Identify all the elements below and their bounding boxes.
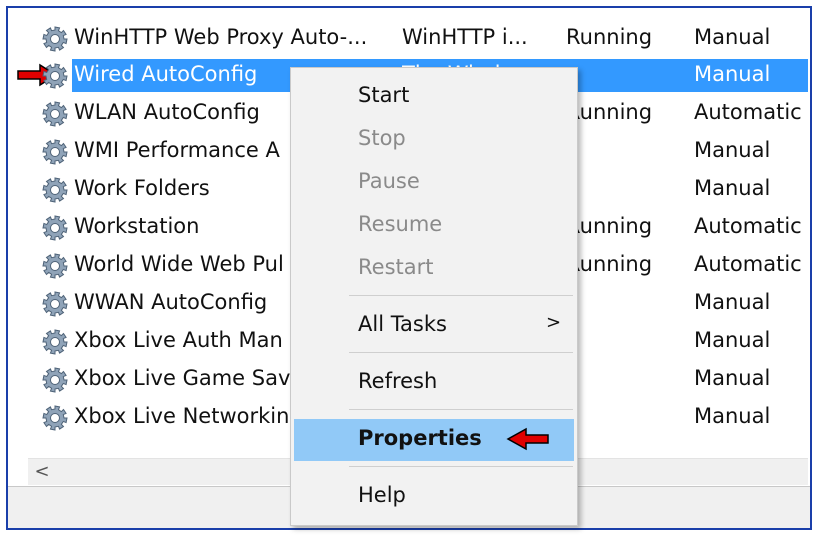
service-startup-type: Manual: [694, 138, 771, 162]
service-startup-type: Manual: [694, 176, 771, 200]
gear-icon: [42, 253, 68, 279]
menu-separator: [349, 295, 573, 296]
menu-item-start[interactable]: Start: [294, 76, 574, 116]
menu-separator: [349, 352, 573, 353]
menu-item-refresh[interactable]: Refresh: [294, 362, 574, 402]
menu-item-label: Help: [358, 483, 406, 507]
menu-item-restart: Restart: [294, 248, 574, 288]
service-description: WinHTTP i...: [402, 25, 528, 49]
menu-item-label: Start: [358, 83, 410, 107]
gear-icon: [42, 367, 68, 393]
gear-icon: [42, 139, 68, 165]
service-name: WinHTTP Web Proxy Auto-...: [74, 25, 368, 49]
context-menu: Start Stop Pause Resume Restart All Task…: [290, 67, 578, 526]
service-status: Running: [566, 214, 653, 238]
menu-item-label: Restart: [358, 255, 434, 279]
service-status: Running: [566, 100, 653, 124]
gear-icon: [42, 177, 68, 203]
chevron-right-icon: >: [546, 312, 562, 333]
gear-icon: [42, 63, 68, 89]
menu-separator: [349, 409, 573, 410]
service-status: Running: [566, 252, 653, 276]
service-startup-type: Manual: [694, 328, 771, 352]
menu-item-resume: Resume: [294, 205, 574, 245]
menu-item-pause: Pause: [294, 162, 574, 202]
menu-item-all-tasks[interactable]: All Tasks >: [294, 305, 574, 345]
menu-item-label: Properties: [358, 426, 482, 450]
service-startup-type: Manual: [694, 25, 771, 49]
menu-item-label: Pause: [358, 169, 420, 193]
gear-icon: [42, 101, 68, 127]
menu-item-stop: Stop: [294, 119, 574, 159]
chevron-left-icon[interactable]: <: [28, 459, 56, 485]
menu-item-help[interactable]: Help: [294, 476, 574, 516]
gear-icon: [42, 291, 68, 317]
service-startup-type: Automatic: [694, 214, 802, 238]
service-status: Running: [566, 25, 653, 49]
service-startup-type: Manual: [694, 366, 771, 390]
red-arrow-icon: [506, 427, 549, 451]
menu-item-label: Refresh: [358, 369, 438, 393]
menu-item-properties[interactable]: Properties: [294, 419, 574, 461]
service-startup-type: Manual: [694, 62, 771, 86]
menu-item-label: Stop: [358, 126, 406, 150]
gear-icon: [42, 405, 68, 431]
service-row-winhttp-proxy[interactable]: WinHTTP Web Proxy Auto-... WinHTTP i... …: [8, 20, 810, 57]
menu-item-label: Resume: [358, 212, 443, 236]
menu-separator: [349, 466, 573, 467]
gear-icon: [42, 26, 68, 52]
service-startup-type: Automatic: [694, 252, 802, 276]
gear-icon: [42, 215, 68, 241]
gear-icon: [42, 329, 68, 355]
service-startup-type: Manual: [694, 404, 771, 428]
service-startup-type: Automatic: [694, 100, 802, 124]
service-startup-type: Manual: [694, 290, 771, 314]
menu-item-label: All Tasks: [358, 312, 447, 336]
